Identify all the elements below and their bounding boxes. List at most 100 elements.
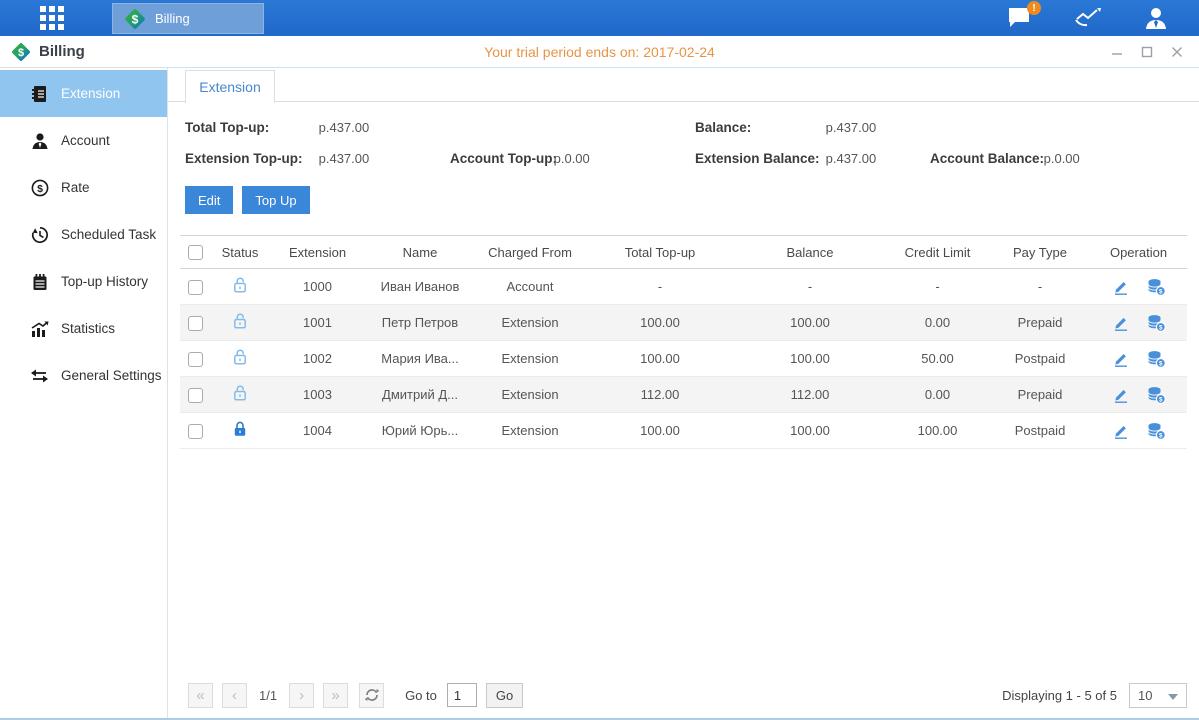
notebook-icon <box>30 272 49 291</box>
svg-text:$: $ <box>1159 324 1163 331</box>
sidebar: Extension Account $ Rate Scheduled Task … <box>0 68 168 720</box>
table-row[interactable]: 1000 Иван Иванов Account - - - - $ <box>180 269 1187 305</box>
cell-total-topup: - <box>585 269 735 305</box>
cell-extension: 1001 <box>270 305 365 341</box>
lock-closed-icon <box>232 420 248 438</box>
sidebar-item-general-settings[interactable]: General Settings <box>0 352 167 399</box>
minimize-icon[interactable] <box>1107 42 1127 62</box>
cell-extension: 1000 <box>270 269 365 305</box>
person-glyph <box>1143 5 1169 31</box>
cell-pay-type: Postpaid <box>990 341 1090 377</box>
edit-row-icon[interactable] <box>1112 350 1130 368</box>
extension-topup-value: p.437.00 <box>319 151 370 166</box>
table-row[interactable]: 1001 Петр Петров Extension 100.00 100.00… <box>180 305 1187 341</box>
line-chart-glyph <box>1074 6 1102 30</box>
total-topup-value: p.437.00 <box>319 120 370 135</box>
refresh-button[interactable] <box>359 683 384 708</box>
col-total-topup: Total Top-up <box>585 236 735 269</box>
top-up-row-icon[interactable]: $ <box>1146 422 1166 440</box>
col-balance: Balance <box>735 236 885 269</box>
toolbar: Edit Top Up <box>168 166 1199 214</box>
balance-label: Balance: <box>695 120 822 135</box>
billing-dollar-diamond-icon: $ <box>123 7 147 31</box>
row-checkbox[interactable] <box>188 280 203 295</box>
sidebar-item-label: Account <box>61 133 110 148</box>
account-topup-value: p.0.00 <box>554 151 590 166</box>
col-extension: Extension <box>270 236 365 269</box>
close-icon[interactable] <box>1167 42 1187 62</box>
statistics-chart-icon[interactable] <box>1073 5 1103 31</box>
table-row[interactable]: 1002 Мария Ива... Extension 100.00 100.0… <box>180 341 1187 377</box>
lock-open-icon <box>232 384 248 402</box>
page-size-select[interactable]: 10 <box>1129 683 1187 708</box>
topbar: $ Billing ! <box>0 0 1199 36</box>
cell-credit-limit: 0.00 <box>885 377 990 413</box>
top-up-row-icon[interactable]: $ <box>1146 314 1166 332</box>
row-checkbox[interactable] <box>188 316 203 331</box>
go-button[interactable]: Go <box>486 683 523 708</box>
cell-charged-from: Account <box>475 269 585 305</box>
account-balance-label: Account Balance: <box>930 151 1040 166</box>
row-checkbox[interactable] <box>188 388 203 403</box>
apps-grid-icon[interactable] <box>30 0 74 36</box>
main-content: Extension Total Top-up: p.437.00 Balance… <box>168 68 1199 718</box>
edit-row-icon[interactable] <box>1112 422 1130 440</box>
user-account-icon[interactable] <box>1141 5 1171 31</box>
top-up-row-icon[interactable]: $ <box>1146 278 1166 296</box>
sidebar-item-account[interactable]: Account <box>0 117 167 164</box>
edit-button[interactable]: Edit <box>185 186 233 214</box>
messages-icon[interactable]: ! <box>1005 5 1035 31</box>
cell-balance: 112.00 <box>735 377 885 413</box>
next-page-button[interactable]: › <box>289 683 314 708</box>
cell-total-topup: 100.00 <box>585 305 735 341</box>
tab-label: Extension <box>199 79 260 95</box>
sidebar-item-rate[interactable]: $ Rate <box>0 164 167 211</box>
sidebar-item-topup-history[interactable]: Top-up History <box>0 258 167 305</box>
cell-name: Мария Ива... <box>365 341 475 377</box>
page-size-value: 10 <box>1138 688 1152 703</box>
row-checkbox[interactable] <box>188 424 203 439</box>
table-row[interactable]: 1004 Юрий Юрь... Extension 100.00 100.00… <box>180 413 1187 449</box>
select-all-checkbox[interactable] <box>188 245 203 260</box>
lock-open-icon <box>232 312 248 330</box>
last-page-button[interactable]: » <box>323 683 348 708</box>
sidebar-item-extension[interactable]: Extension <box>0 70 167 117</box>
apps-grid-glyph <box>39 5 65 31</box>
edit-row-icon[interactable] <box>1112 314 1130 332</box>
bar-chart-icon <box>30 319 49 338</box>
sidebar-item-label: General Settings <box>61 368 162 383</box>
first-page-button[interactable]: « <box>188 683 213 708</box>
sidebar-item-scheduled-task[interactable]: Scheduled Task <box>0 211 167 258</box>
taskbar-tab-billing[interactable]: $ Billing <box>112 3 264 34</box>
svg-text:$: $ <box>1159 396 1163 403</box>
cell-extension: 1003 <box>270 377 365 413</box>
cell-charged-from: Extension <box>475 413 585 449</box>
cell-balance: 100.00 <box>735 305 885 341</box>
edit-row-icon[interactable] <box>1112 278 1130 296</box>
table-row[interactable]: 1003 Дмитрий Д... Extension 112.00 112.0… <box>180 377 1187 413</box>
tab-strip: Extension <box>168 68 1199 102</box>
extension-balance-value: p.437.00 <box>826 151 877 166</box>
col-credit-limit: Credit Limit <box>885 236 990 269</box>
goto-page-input[interactable] <box>447 683 477 707</box>
account-balance-value: p.0.00 <box>1044 151 1080 166</box>
balance-value: p.437.00 <box>826 120 877 135</box>
top-up-row-icon[interactable]: $ <box>1146 386 1166 404</box>
svg-text:$: $ <box>1159 288 1163 295</box>
row-checkbox[interactable] <box>188 352 203 367</box>
maximize-icon[interactable] <box>1137 42 1157 62</box>
top-up-row-icon[interactable]: $ <box>1146 350 1166 368</box>
top-up-button[interactable]: Top Up <box>242 186 309 214</box>
cell-total-topup: 100.00 <box>585 341 735 377</box>
cell-charged-from: Extension <box>475 377 585 413</box>
tab-extension[interactable]: Extension <box>185 70 275 103</box>
lock-open-icon <box>232 276 248 294</box>
sidebar-item-statistics[interactable]: Statistics <box>0 305 167 352</box>
edit-row-icon[interactable] <box>1112 386 1130 404</box>
summary-balance: Balance: p.437.00 <box>695 120 1182 135</box>
cell-name: Юрий Юрь... <box>365 413 475 449</box>
cell-extension: 1002 <box>270 341 365 377</box>
prev-page-button[interactable]: ‹ <box>222 683 247 708</box>
chevron-down-icon <box>1168 694 1178 700</box>
trial-notice: Your trial period ends on: 2017-02-24 <box>0 44 1199 60</box>
